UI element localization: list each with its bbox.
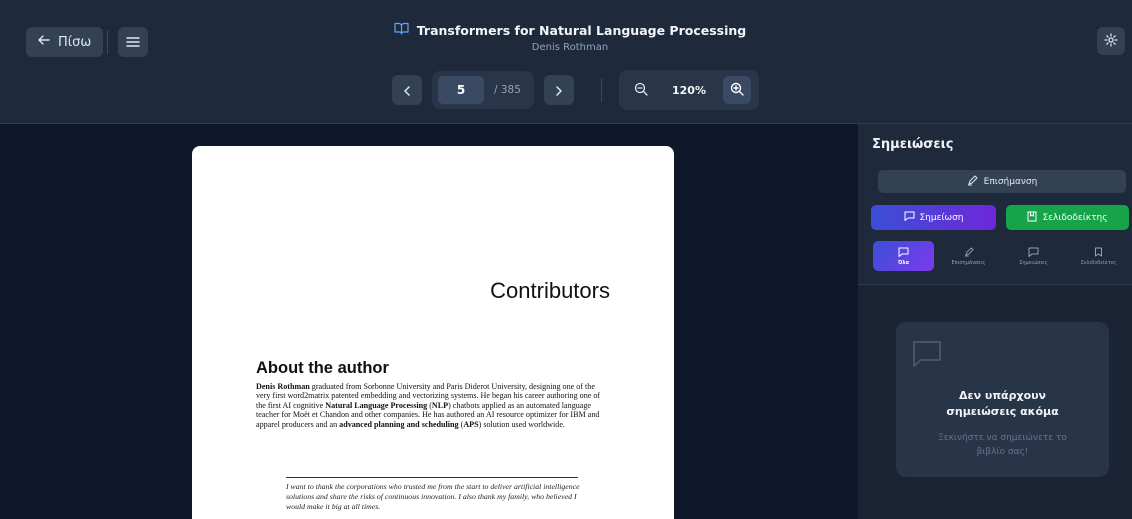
open-book-icon bbox=[394, 22, 409, 38]
page-number-input[interactable]: 5 bbox=[438, 76, 484, 104]
tab-label: Σημειώσεις bbox=[1019, 259, 1048, 266]
gear-icon bbox=[1104, 32, 1118, 51]
hamburger-icon bbox=[126, 33, 140, 52]
note-label: Σημείωση bbox=[919, 212, 964, 223]
page-input-group: 5 / 385 bbox=[432, 71, 534, 109]
highlight-button[interactable]: Επισήμανση bbox=[878, 170, 1126, 193]
sidebar-title: Σημειώσεις bbox=[872, 137, 954, 152]
bio-text: solution used worldwide. bbox=[481, 419, 565, 429]
tab-label: Επισημάνσεις bbox=[951, 259, 986, 266]
tab-bookmarks[interactable]: Σελιδοδείκτες bbox=[1068, 241, 1129, 271]
notes-sidebar: Σημειώσεις Επισήμανση Σημείωση Σελιδοδεί… bbox=[858, 124, 1132, 519]
book-title-text: Transformers for Natural Language Proces… bbox=[416, 22, 747, 38]
horizontal-rule bbox=[286, 477, 578, 478]
empty-state-title: Δεν υπάρχουν σημειώσεις ακόμα bbox=[946, 389, 1059, 418]
bookmark-icon bbox=[1027, 211, 1037, 225]
tab-label: Όλα bbox=[897, 259, 910, 266]
note-icon bbox=[1028, 247, 1039, 259]
tab-notes[interactable]: Σημειώσεις bbox=[1003, 241, 1064, 271]
empty-state-subtitle: Ξεκινήστε να σημειώνετε το βιβλίο σας! bbox=[938, 433, 1067, 457]
highlighter-icon bbox=[964, 246, 974, 259]
acknowledgement-text: I want to thank the corporations who tru… bbox=[286, 482, 580, 511]
divider bbox=[601, 78, 602, 102]
author-bio: Denis Rothman graduated from Sorbonne Un… bbox=[256, 382, 601, 429]
tab-highlights[interactable]: Επισημάνσεις bbox=[938, 241, 999, 271]
add-bookmark-button[interactable]: Σελιδοδείκτης bbox=[1006, 205, 1129, 230]
empty-state: Δεν υπάρχουν σημειώσεις ακόμα Ξεκινήστε … bbox=[896, 322, 1109, 477]
bio-term-abbr: APS bbox=[463, 419, 479, 429]
bio-name: Denis Rothman bbox=[256, 382, 310, 391]
zoom-out-icon bbox=[634, 81, 648, 100]
bookmark-icon bbox=[1094, 247, 1103, 259]
book-author: Denis Rothman bbox=[531, 42, 609, 53]
settings-button[interactable] bbox=[1097, 27, 1125, 55]
page-navigator: 5 / 385 bbox=[392, 71, 602, 109]
chevron-left-icon bbox=[403, 81, 411, 100]
zoom-in-icon bbox=[730, 81, 744, 100]
document-viewer[interactable]: Contributors About the author Denis Roth… bbox=[0, 124, 858, 519]
bio-term: advanced planning and scheduling bbox=[339, 419, 459, 429]
section-title: About the author bbox=[256, 359, 389, 377]
arrow-left-icon bbox=[38, 34, 50, 50]
next-page-button[interactable] bbox=[544, 75, 574, 105]
top-toolbar: Πίσω Transformers for Natural Language P… bbox=[0, 0, 1132, 124]
note-icon bbox=[904, 211, 915, 224]
previous-page-button[interactable] bbox=[392, 75, 422, 105]
menu-button[interactable] bbox=[118, 27, 148, 57]
notes-list: Δεν υπάρχουν σημειώσεις ακόμα Ξεκινήστε … bbox=[858, 285, 1132, 519]
chevron-right-icon bbox=[555, 81, 563, 100]
zoom-out-button[interactable] bbox=[627, 76, 655, 104]
page-heading: Contributors bbox=[490, 278, 610, 303]
book-title-block: Transformers for Natural Language Proces… bbox=[380, 22, 760, 53]
add-note-button[interactable]: Σημείωση bbox=[871, 205, 996, 230]
bio-term-abbr: NLP bbox=[431, 400, 449, 410]
tab-label: Σελιδοδείκτες bbox=[1080, 259, 1117, 266]
back-label: Πίσω bbox=[58, 34, 92, 50]
back-button[interactable]: Πίσω bbox=[26, 27, 104, 57]
notes-filter-tabs: Όλα Επισημάνσεις Σημειώσεις Σελιδοδείκτε… bbox=[873, 241, 1129, 271]
note-icon bbox=[898, 247, 909, 259]
tab-all[interactable]: Όλα bbox=[873, 241, 934, 271]
total-pages: / 385 bbox=[494, 84, 521, 96]
pdf-page[interactable]: Contributors About the author Denis Roth… bbox=[192, 146, 674, 519]
bookmark-label: Σελιδοδείκτης bbox=[1042, 212, 1108, 223]
bio-term: Natural Language Processing bbox=[325, 400, 428, 410]
zoom-in-button[interactable] bbox=[722, 76, 751, 104]
message-square-icon bbox=[912, 340, 942, 372]
divider bbox=[107, 30, 108, 54]
zoom-level: 120% bbox=[672, 83, 706, 97]
book-title: Transformers for Natural Language Proces… bbox=[380, 22, 760, 38]
highlighter-icon bbox=[967, 175, 978, 189]
highlight-label: Επισήμανση bbox=[983, 176, 1038, 187]
zoom-controls: 120% bbox=[619, 70, 759, 110]
